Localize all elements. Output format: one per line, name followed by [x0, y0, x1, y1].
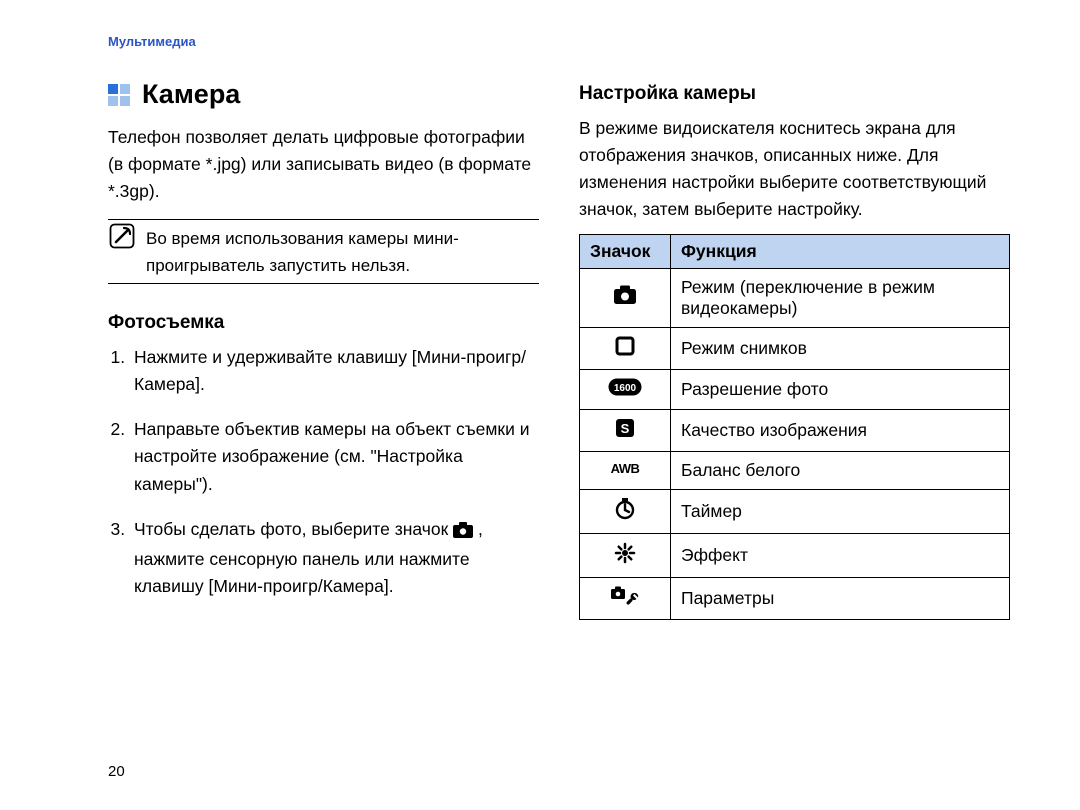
svg-text:1600: 1600: [614, 383, 637, 394]
table-row: Параметры: [580, 577, 1010, 619]
right-column: Настройка камеры В режиме видоискателя к…: [579, 67, 1010, 620]
function-table: Значок Функция Режим (переклю: [579, 234, 1010, 620]
step-2: Направьте объектив камеры на объект съем…: [130, 416, 539, 497]
section2-intro: В режиме видоискателя коснитесь экрана д…: [579, 115, 1010, 224]
shot-mode-icon: [580, 327, 671, 369]
resolution-icon: 1600: [580, 369, 671, 409]
table-row: Режим снимков: [580, 327, 1010, 369]
note-icon: [108, 222, 136, 255]
row-func: Режим (переключение в режим видеокамеры): [671, 268, 1010, 327]
svg-text:S: S: [621, 421, 630, 436]
col-header-icon: Значок: [580, 234, 671, 268]
table-row: AWB Баланс белого: [580, 451, 1010, 489]
row-func: Баланс белого: [671, 451, 1010, 489]
svg-text:AWB: AWB: [611, 461, 640, 476]
page-title: Камера: [142, 79, 240, 110]
white-balance-icon: AWB: [580, 451, 671, 489]
table-row: Режим (переключение в режим видеокамеры): [580, 268, 1010, 327]
mode-switch-icon: [580, 268, 671, 327]
section1-heading: Фотосъемка: [108, 312, 539, 334]
page: Мультимедиа Камера Телефон позволяет дел…: [0, 0, 1080, 810]
left-column: Камера Телефон позволяет делать цифровые…: [108, 67, 539, 620]
title-row: Камера: [108, 79, 539, 110]
row-func: Таймер: [671, 489, 1010, 533]
step-3: Чтобы сделать фото, выберите значок , на…: [130, 516, 539, 600]
table-row: S Качество изображения: [580, 409, 1010, 451]
running-head: Мультимедиа: [108, 34, 1010, 49]
table-header-row: Значок Функция: [580, 234, 1010, 268]
intro-text: Телефон позволяет делать цифровые фотогр…: [108, 124, 539, 205]
table-row: Таймер: [580, 489, 1010, 533]
table-row: 1600 Разрешение фото: [580, 369, 1010, 409]
row-func: Разрешение фото: [671, 369, 1010, 409]
step-3-text-a: Чтобы сделать фото, выберите значок: [134, 519, 453, 539]
row-func: Режим снимков: [671, 327, 1010, 369]
row-func: Параметры: [671, 577, 1010, 619]
note-block: Во время использования камеры мини-проиг…: [108, 219, 539, 284]
page-number: 20: [108, 763, 125, 780]
step-1: Нажмите и удерживайте клавишу [Мини-прои…: [130, 344, 539, 398]
steps-list: Нажмите и удерживайте клавишу [Мини-прои…: [108, 344, 539, 600]
section2-heading: Настройка камеры: [579, 83, 1010, 105]
timer-icon: [580, 489, 671, 533]
row-func: Качество изображения: [671, 409, 1010, 451]
section-marker-icon: [108, 84, 130, 106]
settings-icon: [580, 577, 671, 619]
table-row: Эффект: [580, 533, 1010, 577]
quality-icon: S: [580, 409, 671, 451]
camera-icon: [453, 519, 473, 546]
row-func: Эффект: [671, 533, 1010, 577]
effect-icon: [580, 533, 671, 577]
col-header-func: Функция: [671, 234, 1010, 268]
content-columns: Камера Телефон позволяет делать цифровые…: [108, 67, 1010, 620]
note-text: Во время использования камеры мини-проиг…: [146, 222, 539, 279]
